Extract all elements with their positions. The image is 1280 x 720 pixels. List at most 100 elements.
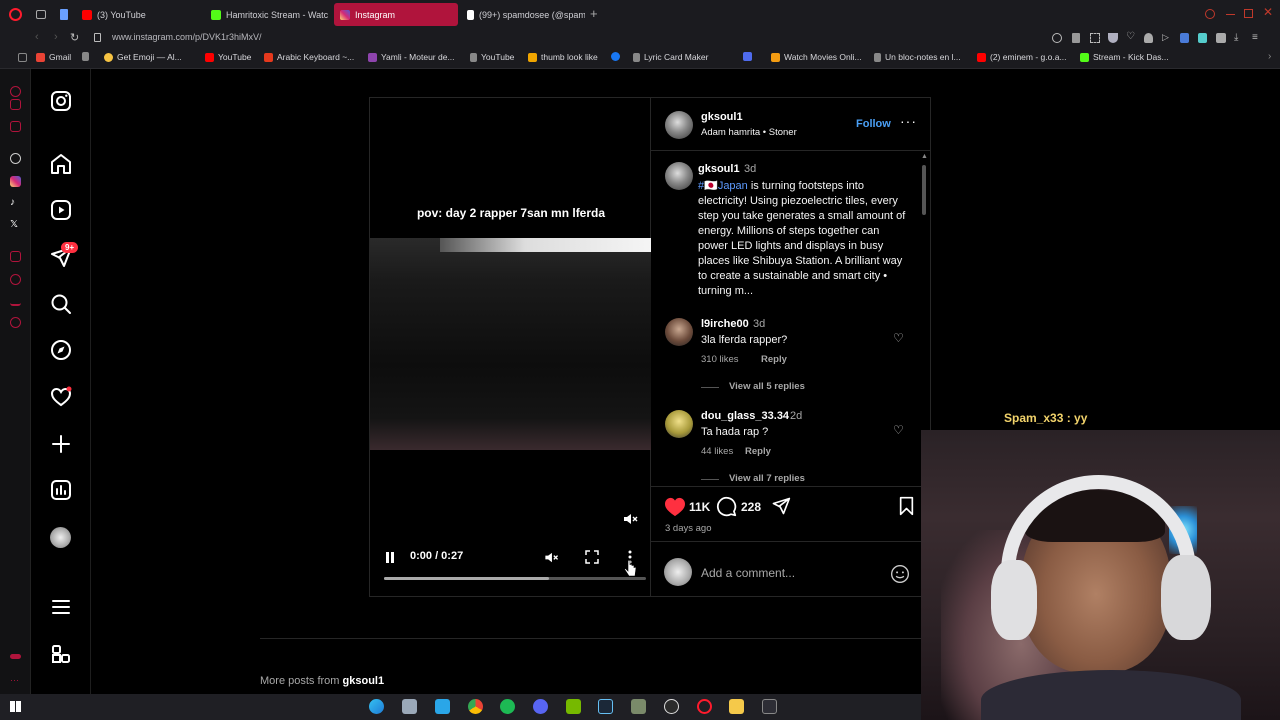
- extension-teal-icon[interactable]: [1198, 33, 1207, 43]
- chrome-icon[interactable]: [468, 699, 483, 714]
- youtube-side-icon[interactable]: [10, 121, 21, 132]
- comment-count[interactable]: 228: [741, 500, 761, 514]
- comment-likes[interactable]: 44 likes: [701, 446, 733, 457]
- pinboard-icon[interactable]: [10, 251, 21, 262]
- spotify-icon[interactable]: [500, 699, 515, 714]
- store-icon[interactable]: [435, 699, 450, 714]
- x-twitter-icon[interactable]: 𝕏: [10, 219, 21, 230]
- instagram-icon[interactable]: [10, 176, 21, 187]
- share-icon[interactable]: [771, 496, 791, 516]
- bookmark-arabic-keyboard[interactable]: Arabic Keyboard ~...: [264, 52, 354, 62]
- video-progress-bar[interactable]: [384, 577, 646, 580]
- like-count[interactable]: 11K: [689, 500, 710, 514]
- comment-username[interactable]: dou_glass_33.34: [701, 410, 789, 422]
- url-field[interactable]: www.instagram.com/p/DVK1r3hiMxV/: [112, 32, 262, 42]
- mute-icon[interactable]: [622, 511, 638, 527]
- messenger-icon[interactable]: [10, 86, 21, 97]
- comment-like-icon[interactable]: ♡: [893, 331, 904, 345]
- tab-pin-icon[interactable]: [60, 9, 68, 20]
- app2-icon[interactable]: [631, 699, 646, 714]
- instagram-logo-icon[interactable]: [49, 89, 73, 113]
- volume-mute-icon[interactable]: [543, 550, 559, 565]
- author-subtitle[interactable]: Adam hamrita • Stoner: [701, 127, 797, 138]
- post-options-icon[interactable]: ···: [900, 113, 917, 129]
- bulb-icon[interactable]: [1144, 33, 1153, 43]
- downloads-icon[interactable]: [10, 295, 21, 306]
- pause-icon[interactable]: [384, 551, 396, 564]
- bookmark-bloc-notes[interactable]: Un bloc-notes en l...: [874, 52, 961, 62]
- chatgpt-icon[interactable]: [10, 153, 21, 164]
- speed-dial-icon[interactable]: [18, 53, 27, 62]
- obs-icon[interactable]: [664, 699, 679, 714]
- scrollbar-up-arrow[interactable]: ▲: [921, 153, 928, 160]
- caption-author[interactable]: gksoul1: [698, 163, 740, 175]
- download-icon[interactable]: ⤓: [1234, 32, 1238, 43]
- steam-icon[interactable]: [598, 699, 613, 714]
- back-icon[interactable]: ‹: [35, 31, 39, 43]
- puzzle-icon[interactable]: [1216, 33, 1226, 43]
- edge-icon[interactable]: [369, 699, 384, 714]
- instagram-side-icon[interactable]: [10, 99, 21, 110]
- bookmark-thumb[interactable]: thumb look like: [528, 52, 598, 62]
- also-from-meta-icon[interactable]: [49, 642, 73, 666]
- file-explorer-icon[interactable]: [729, 699, 744, 714]
- opera-icon[interactable]: [697, 699, 712, 714]
- search-icon[interactable]: [49, 292, 73, 316]
- caption-author-avatar[interactable]: [665, 162, 693, 190]
- comment-icon[interactable]: [716, 496, 737, 517]
- extension-blue-icon[interactable]: [1180, 33, 1189, 43]
- view-replies-button[interactable]: View all 7 replies: [729, 473, 805, 484]
- reload-icon[interactable]: ↻: [70, 31, 79, 44]
- bookmark-notes[interactable]: [743, 52, 752, 61]
- new-tab-button[interactable]: +: [590, 6, 598, 21]
- home-icon[interactable]: [49, 152, 73, 176]
- bookmark-gmail[interactable]: Gmail: [36, 52, 71, 62]
- tab-youtube[interactable]: (3) YouTube: [76, 3, 204, 26]
- tab-instagram[interactable]: Instagram: [334, 3, 458, 26]
- create-plus-icon[interactable]: [49, 432, 73, 456]
- menu-icon[interactable]: ≡: [1252, 32, 1258, 43]
- minimize-button[interactable]: [1226, 14, 1235, 15]
- like-heart-icon[interactable]: [664, 497, 686, 517]
- author-avatar[interactable]: [665, 111, 693, 139]
- settings-icon[interactable]: [10, 317, 21, 328]
- bookmark-youtube-2[interactable]: YouTube: [470, 52, 514, 62]
- view-replies-button[interactable]: View all 5 replies: [729, 381, 805, 392]
- profile-avatar[interactable]: [50, 527, 71, 548]
- windows-start-icon[interactable]: [10, 701, 21, 712]
- search-tabs-icon[interactable]: [1205, 9, 1215, 19]
- crypto-wallet-icon[interactable]: [10, 654, 21, 659]
- task-manager-icon[interactable]: [762, 699, 777, 714]
- notifications-heart-icon[interactable]: [49, 385, 73, 409]
- discord-icon[interactable]: [533, 699, 548, 714]
- follow-button[interactable]: Follow: [856, 118, 891, 130]
- more-icon[interactable]: ···: [10, 675, 21, 686]
- bookmark-yamli[interactable]: Yamli - Moteur de...: [368, 52, 455, 62]
- screenshot-icon[interactable]: [1090, 33, 1100, 43]
- history-icon[interactable]: [10, 274, 21, 285]
- add-comment-input[interactable]: Add a comment...: [701, 566, 795, 580]
- tab-tiktok[interactable]: (99+) spamdosee (@spam: [461, 3, 585, 26]
- close-button[interactable]: ✕: [1263, 5, 1273, 19]
- post-timestamp[interactable]: 3 days ago: [665, 523, 711, 534]
- comment-reply-button[interactable]: Reply: [745, 446, 771, 457]
- bookmark-watch-movies[interactable]: Watch Movies Onli...: [771, 52, 862, 62]
- shield-icon[interactable]: [1108, 33, 1118, 43]
- comment-reply-button[interactable]: Reply: [761, 354, 787, 365]
- pin-icon[interactable]: [1072, 33, 1080, 43]
- author-username[interactable]: gksoul1: [701, 111, 743, 123]
- fullscreen-icon[interactable]: [585, 550, 599, 564]
- commenter-avatar[interactable]: [665, 318, 693, 346]
- bookmark-lyric-card[interactable]: Lyric Card Maker: [633, 52, 708, 62]
- bookmark-doc[interactable]: [82, 52, 89, 61]
- opera-logo-icon[interactable]: [9, 8, 22, 21]
- play-icon[interactable]: ▷: [1162, 32, 1169, 43]
- commenter-avatar[interactable]: [665, 410, 693, 438]
- explore-icon[interactable]: [49, 338, 73, 362]
- more-posts-user[interactable]: gksoul1: [343, 675, 385, 687]
- dashboard-icon[interactable]: [49, 478, 73, 502]
- tab-switcher-icon[interactable]: [36, 10, 46, 19]
- comment-likes[interactable]: 310 likes: [701, 354, 739, 365]
- tiktok-icon[interactable]: ♪: [10, 197, 21, 208]
- zoom-icon[interactable]: [1052, 33, 1062, 43]
